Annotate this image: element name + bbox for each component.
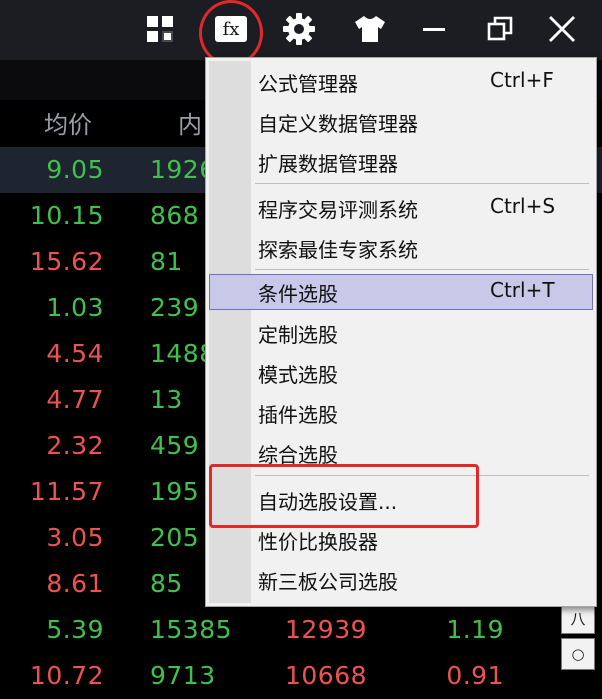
- menu-item-label: 插件选股: [258, 403, 338, 427]
- gear-icon[interactable]: [275, 6, 323, 52]
- cell-in: 195: [150, 477, 200, 506]
- cell-in: 15385: [150, 615, 233, 644]
- menu-item-label: 扩展数据管理器: [258, 152, 398, 176]
- cell-avg: 1.03: [46, 293, 104, 322]
- menu-separator: [255, 269, 589, 270]
- cell-in: 868: [150, 201, 200, 230]
- menu-item-expert-system[interactable]: 探索最佳专家系统: [209, 230, 593, 266]
- cell-in: 459: [150, 431, 200, 460]
- menu-separator: [255, 183, 589, 184]
- menu-item-label: 程序交易评测系统: [258, 198, 418, 222]
- cell-in: 81: [150, 247, 183, 276]
- menu-item-shortcut: Ctrl+F: [490, 68, 554, 92]
- cell-avg: 9.05: [46, 155, 104, 184]
- menu-item-shortcut: Ctrl+T: [490, 278, 555, 302]
- restore-icon[interactable]: [476, 6, 524, 52]
- cell-col3: 10668: [285, 661, 368, 690]
- menu-item-condition-screening[interactable]: 条件选股 Ctrl+T: [209, 274, 593, 310]
- cell-avg: 3.05: [46, 523, 104, 552]
- cell-avg: 10.72: [29, 661, 104, 690]
- menu-item-label: 模式选股: [258, 363, 338, 387]
- menu-item-label: 自定义数据管理器: [258, 112, 418, 136]
- cell-in: 85: [150, 569, 183, 598]
- table-row[interactable]: 5.39 15385 12939 1.19: [0, 607, 602, 653]
- menu-item-pattern-screening[interactable]: 模式选股: [209, 355, 593, 391]
- menu-item-label: 定制选股: [258, 323, 338, 347]
- cell-avg: 10.15: [29, 201, 104, 230]
- auto-screening-annotation-box: [209, 464, 479, 528]
- cell-in: 205: [150, 523, 200, 552]
- cell-avg: 15.62: [29, 247, 104, 276]
- menu-item-extended-data-manager[interactable]: 扩展数据管理器: [209, 144, 593, 180]
- close-icon[interactable]: [538, 6, 586, 52]
- cell-col4: 0.91: [446, 661, 504, 690]
- cell-in: 239: [150, 293, 200, 322]
- side-button-2[interactable]: ○: [561, 638, 595, 670]
- minimize-icon[interactable]: [410, 6, 458, 52]
- menu-item-shortcut: Ctrl+S: [490, 194, 556, 218]
- cell-avg: 11.57: [29, 477, 104, 506]
- menu-item-label: 条件选股: [258, 282, 338, 306]
- grid-icon[interactable]: [136, 6, 184, 52]
- menu-item-custom-data-manager[interactable]: 自定义数据管理器: [209, 104, 593, 140]
- cell-col4: 1.19: [446, 615, 504, 644]
- shirt-icon[interactable]: [346, 6, 394, 52]
- title-bar: fx: [0, 0, 602, 60]
- menu-item-label: 新三板公司选股: [258, 570, 398, 594]
- column-header-in[interactable]: 内: [178, 105, 202, 140]
- cell-avg: 8.61: [46, 569, 104, 598]
- menu-item-custom-screening[interactable]: 定制选股: [209, 315, 593, 351]
- menu-item-label: 公式管理器: [258, 72, 358, 96]
- menu-item-program-trading-test[interactable]: 程序交易评测系统 Ctrl+S: [209, 190, 593, 226]
- side-button-2-label: ○: [571, 645, 585, 663]
- menu-item-label: 性价比换股器: [258, 530, 378, 554]
- menu-item-formula-manager[interactable]: 公式管理器 Ctrl+F: [209, 64, 593, 100]
- cell-col3: 12939: [285, 615, 368, 644]
- cell-avg: 4.77: [46, 385, 104, 414]
- cell-in: 13: [150, 385, 183, 414]
- cell-avg: 2.32: [46, 431, 104, 460]
- menu-item-plugin-screening[interactable]: 插件选股: [209, 395, 593, 431]
- cell-avg: 4.54: [46, 339, 104, 368]
- cell-avg: 5.39: [46, 615, 104, 644]
- column-header-avg[interactable]: 均价: [44, 105, 92, 140]
- cell-in: 9713: [150, 661, 216, 690]
- menu-item-neeq-screening[interactable]: 新三板公司选股: [209, 562, 593, 598]
- table-row[interactable]: 10.72 9713 10668 0.91: [0, 653, 602, 699]
- side-button-1-label: 八: [570, 609, 586, 628]
- menu-item-label: 探索最佳专家系统: [258, 238, 418, 262]
